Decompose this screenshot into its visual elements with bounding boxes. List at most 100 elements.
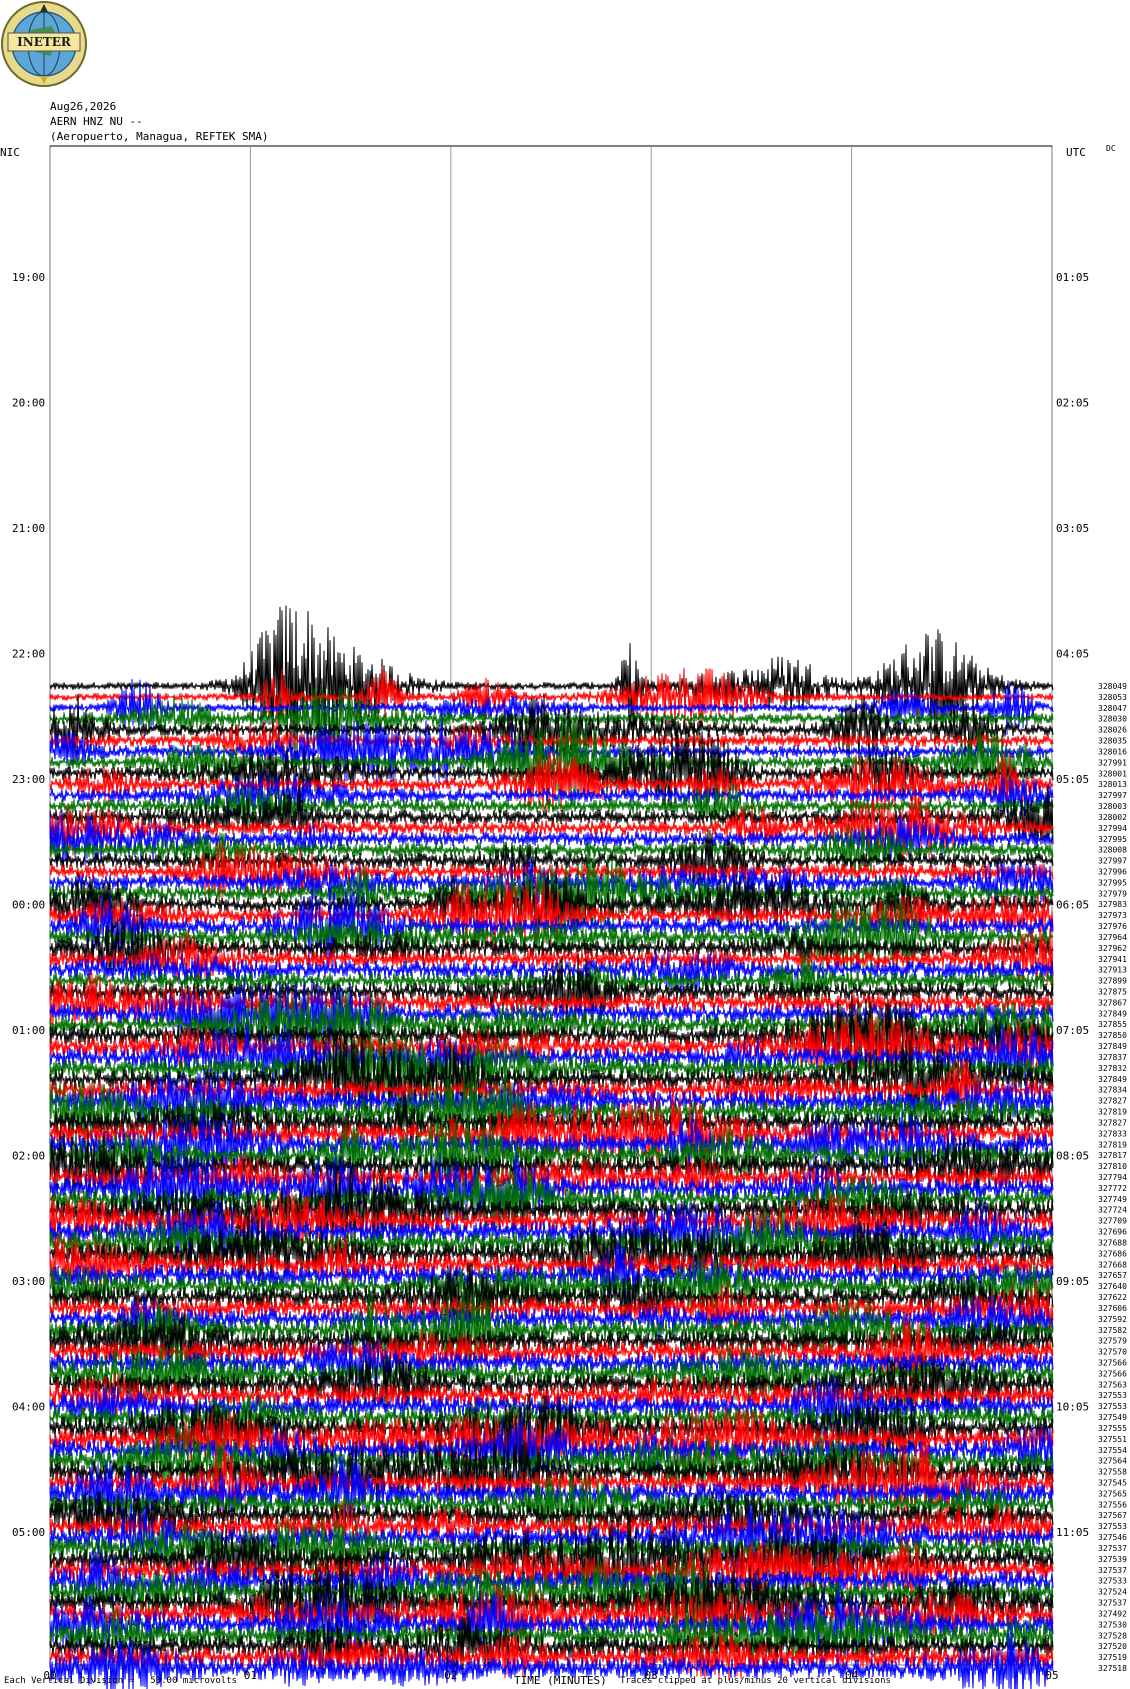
trace-dc-label: 327668	[1098, 1260, 1127, 1269]
trace-dc-label: 327833	[1098, 1129, 1127, 1138]
trace-dc-label: 327997	[1098, 857, 1127, 866]
trace-dc-label: 327772	[1098, 1184, 1127, 1193]
trace-dc-label: 328053	[1098, 693, 1127, 702]
trace-dc-label: 327696	[1098, 1228, 1127, 1237]
trace-dc-label: 327686	[1098, 1249, 1127, 1258]
trace-dc-label: 327537	[1098, 1566, 1127, 1575]
trace-dc-label: 327622	[1098, 1293, 1127, 1302]
right-hour-label: 06:05	[1056, 899, 1089, 912]
trace-dc-label: 328047	[1098, 704, 1127, 713]
trace-dc-label: 327849	[1098, 1042, 1127, 1051]
trace-dc-label: 327834	[1098, 1086, 1127, 1095]
trace-dc-label: 327849	[1098, 1009, 1127, 1018]
trace-dc-label: 327554	[1098, 1446, 1127, 1455]
trace-dc-label: 327983	[1098, 900, 1127, 909]
trace-dc-label: 327533	[1098, 1577, 1127, 1586]
trace-dc-label: 327564	[1098, 1457, 1127, 1466]
trace-dc-label: 327997	[1098, 791, 1127, 800]
left-hour-label: 02:00	[12, 1150, 45, 1163]
trace-dc-label: 327819	[1098, 1140, 1127, 1149]
left-hour-label: 04:00	[12, 1401, 45, 1414]
trace-dc-label: 328001	[1098, 769, 1127, 778]
trace-dc-label: 328035	[1098, 737, 1127, 746]
left-hour-label: 00:00	[12, 899, 45, 912]
trace-dc-label: 327688	[1098, 1238, 1127, 1247]
trace-dc-label: 327837	[1098, 1053, 1127, 1062]
left-hour-label: 20:00	[12, 397, 45, 410]
trace-dc-label: 327528	[1098, 1631, 1127, 1640]
trace-dc-label: 327994	[1098, 824, 1127, 833]
x-tick-label: 02	[444, 1669, 457, 1682]
helicorder-chart: 00 01 02 03 04 0519:0020:0021:0022:0023:0000:…	[12, 145, 1127, 1689]
trace-dc-label: 327995	[1098, 835, 1127, 844]
left-hour-label: 23:00	[12, 773, 45, 786]
trace-dc-label: 327709	[1098, 1217, 1127, 1226]
right-hour-label: 04:05	[1056, 648, 1089, 661]
x-axis-title: TIME (MINUTES)	[514, 1674, 607, 1687]
trace-dc-label: 327996	[1098, 867, 1127, 876]
trace-dc-label: 327899	[1098, 977, 1127, 986]
trace-dc-label: 327567	[1098, 1511, 1127, 1520]
trace-dc-label: 327555	[1098, 1424, 1127, 1433]
trace-dc-label: 327973	[1098, 911, 1127, 920]
left-hour-label: 01:00	[12, 1024, 45, 1037]
scale-note: Each Vertical Division = 50.00 microvolt…	[4, 1676, 237, 1686]
trace-dc-label: 327579	[1098, 1337, 1127, 1346]
trace-dc-label: 327724	[1098, 1206, 1127, 1215]
trace-dc-label: 327537	[1098, 1599, 1127, 1608]
x-tick-label: 05	[1045, 1669, 1058, 1682]
trace-dc-label: 327657	[1098, 1271, 1127, 1280]
trace-dc-label: 327558	[1098, 1468, 1127, 1477]
left-hour-label: 19:00	[12, 271, 45, 284]
right-hour-label: 09:05	[1056, 1275, 1089, 1288]
trace-dc-label: 327640	[1098, 1282, 1127, 1291]
trace-dc-label: 327565	[1098, 1489, 1127, 1498]
clip-note: Traces clipped at plus/minus 20 vertical…	[620, 1676, 891, 1686]
trace-dc-label: 327794	[1098, 1173, 1127, 1182]
trace-dc-label: 327592	[1098, 1315, 1127, 1324]
trace-dc-label: 328008	[1098, 846, 1127, 855]
trace-dc-label: 327530	[1098, 1620, 1127, 1629]
trace-dc-label: 327832	[1098, 1064, 1127, 1073]
trace-dc-label: 327518	[1098, 1664, 1127, 1673]
right-hour-label: 05:05	[1056, 773, 1089, 786]
trace-dc-label: 328013	[1098, 780, 1127, 789]
trace-dc-label: 327849	[1098, 1075, 1127, 1084]
trace-dc-label: 327827	[1098, 1097, 1127, 1106]
trace-dc-label: 327582	[1098, 1326, 1127, 1335]
right-hour-label: 07:05	[1056, 1024, 1089, 1037]
left-hour-label: 22:00	[12, 648, 45, 661]
trace-dc-label: 327962	[1098, 944, 1127, 953]
trace-dc-label: 327553	[1098, 1402, 1127, 1411]
trace-dc-label: 327556	[1098, 1500, 1127, 1509]
trace-dc-label: 327850	[1098, 1031, 1127, 1040]
right-hour-label: 08:05	[1056, 1150, 1089, 1163]
trace-dc-label: 327827	[1098, 1118, 1127, 1127]
trace-dc-label: 327539	[1098, 1555, 1127, 1564]
trace-dc-label: 327875	[1098, 988, 1127, 997]
trace-dc-label: 327553	[1098, 1522, 1127, 1531]
trace-dc-label: 327551	[1098, 1435, 1127, 1444]
right-hour-label: 10:05	[1056, 1401, 1089, 1414]
trace-dc-label: 328003	[1098, 802, 1127, 811]
left-hour-label: 05:00	[12, 1526, 45, 1539]
right-hour-label: 03:05	[1056, 522, 1089, 535]
trace-dc-label: 327546	[1098, 1533, 1127, 1542]
left-hour-label: 03:00	[12, 1275, 45, 1288]
trace-dc-label: 327606	[1098, 1304, 1127, 1313]
trace-dc-label: 328016	[1098, 747, 1127, 756]
trace-dc-label: 327941	[1098, 955, 1127, 964]
trace-dc-label: 327964	[1098, 933, 1127, 942]
trace-dc-label: 327817	[1098, 1151, 1127, 1160]
left-hour-label: 21:00	[12, 522, 45, 535]
trace-dc-label: 327566	[1098, 1369, 1127, 1378]
right-hour-label: 01:05	[1056, 271, 1089, 284]
trace-dc-label: 327995	[1098, 878, 1127, 887]
trace-dc-label: 327553	[1098, 1391, 1127, 1400]
trace-dc-label: 328049	[1098, 682, 1127, 691]
trace-dc-label: 327855	[1098, 1020, 1127, 1029]
trace-dc-label: 328002	[1098, 813, 1127, 822]
trace-dc-label: 327492	[1098, 1609, 1127, 1618]
trace-dc-label: 327545	[1098, 1479, 1127, 1488]
right-hour-label: 11:05	[1056, 1526, 1089, 1539]
